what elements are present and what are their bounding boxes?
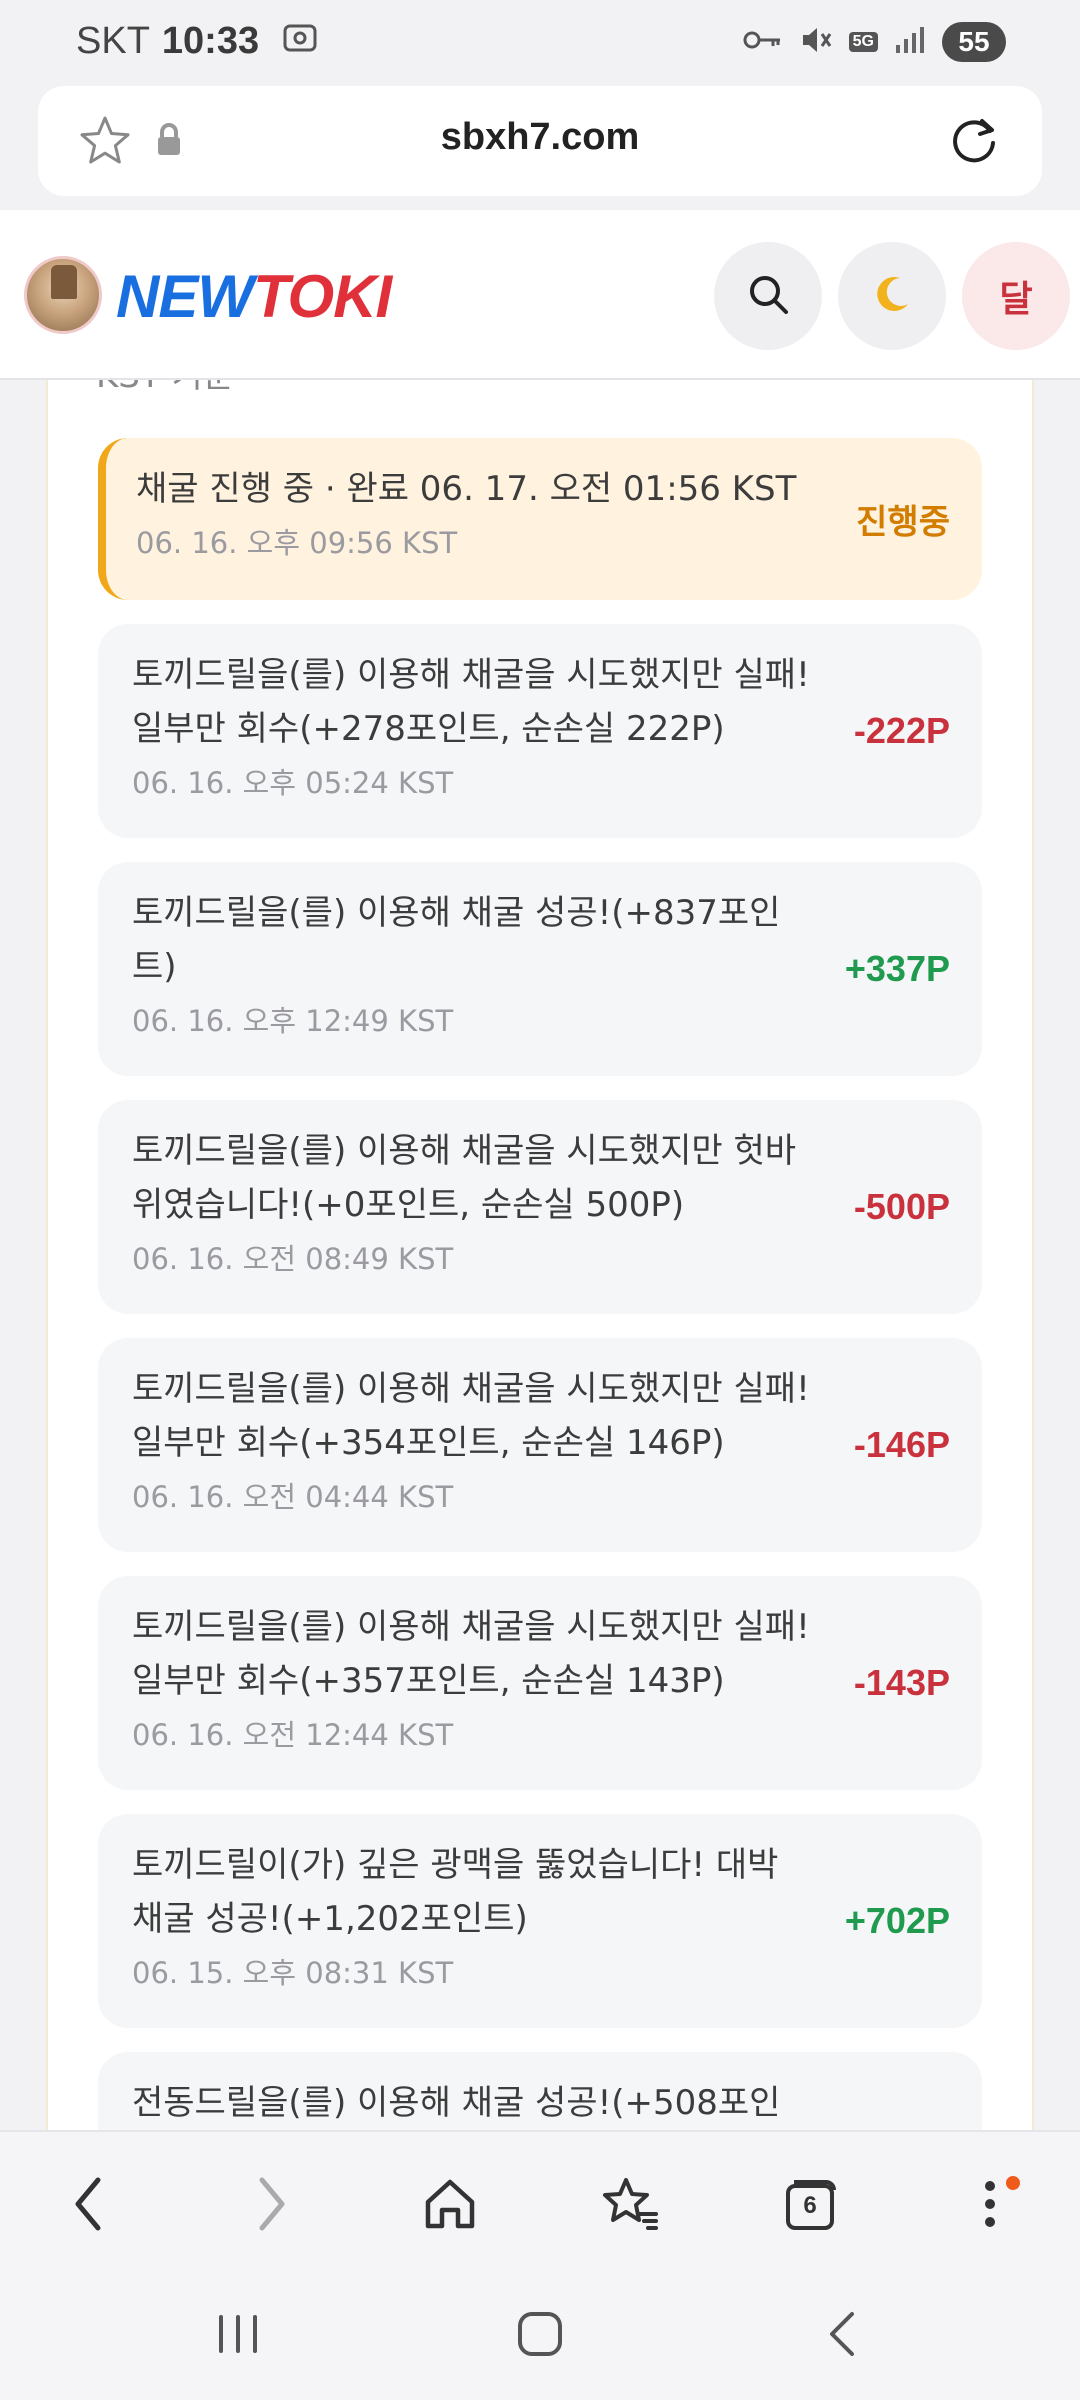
site-header: NEWTOKI 달 — [0, 210, 1080, 380]
tabs-button[interactable]: 6 — [770, 2166, 850, 2246]
point-change: -500P — [853, 1186, 950, 1227]
network-type-badge: 5G — [848, 32, 878, 52]
log-message: 토끼드릴을(를) 이용해 채굴을 시도했지만 실패! 일부만 회수(+278포인… — [132, 655, 810, 749]
log-timestamp: 06. 16. 오전 08:49 KST — [132, 1242, 454, 1276]
search-button[interactable] — [714, 242, 822, 350]
browser-home-button[interactable] — [410, 2166, 490, 2246]
mute-icon — [799, 23, 833, 61]
back-chevron-icon — [822, 2309, 862, 2363]
log-message: 채굴 진행 중 · 완료 06. 17. 오전 01:56 KST — [136, 469, 797, 509]
recent-apps-button[interactable] — [198, 2296, 278, 2376]
dal-button[interactable]: 달 — [962, 242, 1070, 350]
bookmarks-button[interactable] — [590, 2166, 670, 2246]
mining-log-section: KST 기준 채굴 진행 중 · 완료 06. 17. 오전 01:56 KST… — [0, 380, 1080, 2130]
log-entry[interactable]: 토끼드릴을(를) 이용해 채굴을 시도했지만 헛바위였습니다!(+0포인트, 순… — [98, 1100, 982, 1314]
status-right: 5G 55 — [743, 22, 1006, 62]
more-vertical-icon — [980, 2174, 1000, 2238]
status-bar: SKT 10:33 5G 55 — [0, 0, 1080, 86]
log-entry[interactable]: 토끼드릴을(를) 이용해 채굴을 시도했지만 실패! 일부만 회수(+278포인… — [98, 624, 982, 838]
timezone-note: KST 기준 — [96, 380, 234, 397]
clock-time: 10:33 — [161, 20, 260, 62]
log-message: 토끼드릴을(를) 이용해 채굴을 시도했지만 헛바위였습니다!(+0포인트, 순… — [132, 1131, 797, 1225]
system-nav-bar — [0, 2272, 1080, 2400]
key-icon — [743, 28, 783, 56]
browser-forward-button[interactable] — [232, 2166, 312, 2246]
log-entry[interactable]: 토끼드릴을(를) 이용해 채굴 성공!(+837포인트) 06. 16. 오후 … — [98, 862, 982, 1076]
log-timestamp: 06. 16. 오전 12:44 KST — [132, 1718, 454, 1752]
screen-record-icon — [283, 20, 317, 63]
log-timestamp: 06. 16. 오후 12:49 KST — [132, 1004, 454, 1038]
point-change: -222P — [853, 710, 950, 751]
system-back-button[interactable] — [802, 2296, 882, 2376]
logo-new-text: NEW — [116, 263, 254, 330]
log-entry[interactable]: 토끼드릴이(가) 깊은 광맥을 뚫었습니다! 대박 채굴 성공!(+1,202포… — [98, 1814, 982, 2028]
log-message: 토끼드릴이(가) 깊은 광맥을 뚫었습니다! 대박 채굴 성공!(+1,202포… — [132, 1845, 779, 1939]
log-timestamp: 06. 16. 오전 04:44 KST — [132, 1480, 454, 1514]
logo-toki-text: TOKI — [252, 263, 392, 330]
carrier-label: SKT — [76, 20, 150, 62]
chevron-left-icon — [68, 2174, 108, 2238]
home-square-icon — [515, 2309, 565, 2363]
browser-back-button[interactable] — [48, 2166, 128, 2246]
log-entry[interactable]: 토끼드릴을(를) 이용해 채굴을 시도했지만 실패! 일부만 회수(+357포인… — [98, 1576, 982, 1790]
address-bar[interactable]: sbxh7.com — [38, 86, 1042, 196]
log-timestamp: 06. 16. 오후 09:56 KST — [136, 526, 458, 560]
point-change: +702P — [844, 1900, 950, 1941]
star-list-icon — [600, 2176, 660, 2236]
signal-icon — [894, 25, 926, 59]
point-change: -143P — [853, 1662, 950, 1703]
chevron-right-icon — [252, 2174, 292, 2238]
tab-count: 6 — [803, 2192, 817, 2219]
search-icon — [746, 272, 790, 320]
log-entry-partial[interactable]: 전동드릴을(를) 이용해 채굴 성공!(+508포인 — [98, 2052, 982, 2130]
recent-apps-icon — [213, 2311, 263, 2361]
log-message: 토끼드릴을(를) 이용해 채굴을 시도했지만 실패! 일부만 회수(+354포인… — [132, 1369, 810, 1463]
log-entry[interactable]: 토끼드릴을(를) 이용해 채굴을 시도했지만 실패! 일부만 회수(+354포인… — [98, 1338, 982, 1552]
reload-icon[interactable] — [946, 113, 1002, 173]
log-message: 토끼드릴을(를) 이용해 채굴 성공!(+837포인트) — [132, 893, 781, 987]
status-badge: 진행중 — [856, 502, 950, 543]
point-change: -146P — [853, 1424, 950, 1465]
log-timestamp: 06. 16. 오후 05:24 KST — [132, 766, 454, 800]
moon-icon — [870, 272, 914, 320]
log-entry-in-progress[interactable]: 채굴 진행 중 · 완료 06. 17. 오전 01:56 KST 06. 16… — [98, 438, 982, 600]
logo-avatar-image[interactable] — [24, 256, 102, 334]
log-timestamp: 06. 15. 오후 08:31 KST — [132, 1956, 454, 1990]
browser-menu-button[interactable] — [950, 2166, 1030, 2246]
browser-bottom-nav: 6 — [0, 2130, 1080, 2272]
point-change: +337P — [844, 948, 950, 989]
url-text[interactable]: sbxh7.com — [38, 116, 1042, 159]
home-icon — [422, 2176, 478, 2236]
site-logo[interactable]: NEWTOKI — [116, 262, 392, 331]
dark-mode-toggle[interactable] — [838, 242, 946, 350]
browser-toolbar: sbxh7.com — [0, 86, 1080, 210]
battery-indicator: 55 — [942, 22, 1006, 62]
notification-dot — [1006, 2176, 1020, 2190]
log-message: 전동드릴을(를) 이용해 채굴 성공!(+508포인 — [132, 2083, 781, 2123]
log-message: 토끼드릴을(를) 이용해 채굴을 시도했지만 실패! 일부만 회수(+357포인… — [132, 1607, 810, 1701]
status-left: SKT 10:33 — [76, 20, 317, 63]
system-home-button[interactable] — [500, 2296, 580, 2376]
